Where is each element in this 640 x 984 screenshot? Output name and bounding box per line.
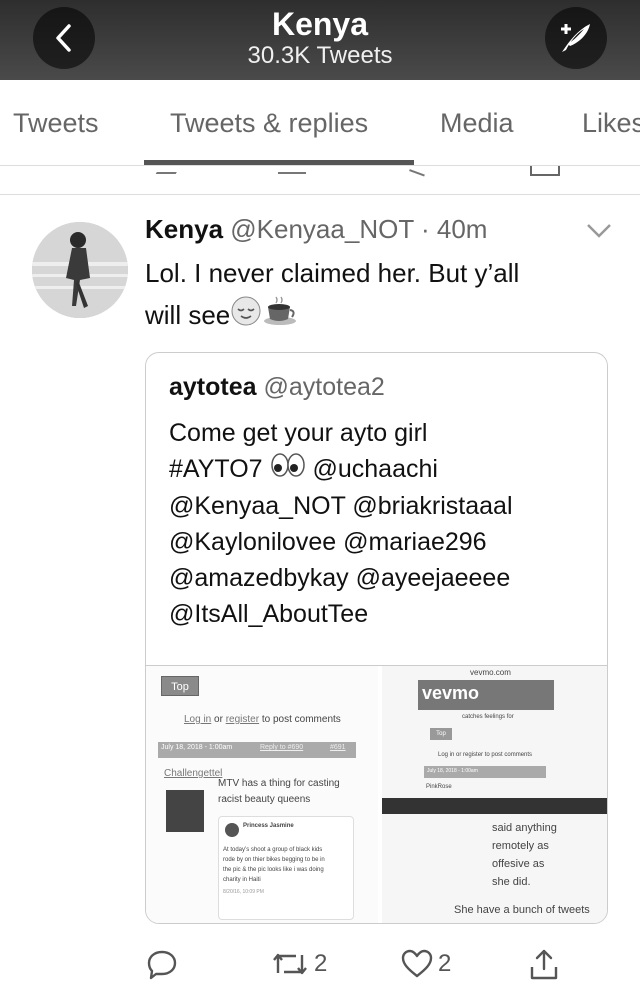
site-tagline: catches feelings for [462,714,514,720]
compose-quill-icon [561,24,590,52]
tab-likes[interactable]: Likes [582,108,640,139]
overlay-line2: remotely as [492,840,549,852]
site-logo: vevmo [422,683,480,703]
hashtag-link[interactable]: #AYTO7 [169,455,263,483]
mention-link[interactable]: @uchaachi [312,455,437,483]
mention-line[interactable]: @Kaylonilovee @mariae296 [169,524,589,560]
tweet-author-name[interactable]: Kenya [145,214,223,244]
embed-name: Princess Jasmine [243,823,294,829]
quoted-tweet-text: Come get your ayto girl #AYTO7 @uchaachi… [169,415,589,632]
reply-to-link: Reply to #690 [260,744,304,751]
tweet-text: Lol. I never claimed her. But y’all will… [145,252,605,339]
profile-tabs: Tweets Tweets & replies Media Likes [0,80,640,166]
dark-overlay-band [382,798,607,814]
post-comments-text: to post comments [261,714,341,725]
previous-share-icon [530,166,560,176]
quoted-author-name: aytotea [169,373,257,401]
right-comment-user: PinkRose [426,784,452,790]
post-comments-line: Log in or register to post comments [184,714,341,725]
mention-line[interactable]: @Kenyaa_NOT @briakristaaal [169,488,589,524]
retweet-button[interactable]: 2 [270,946,327,982]
quoted-author-handle: @aytotea2 [263,373,385,401]
tweet-author-handle: @Kenyaa_NOT [230,214,414,244]
reply-bubble-icon [147,950,177,980]
tweet-header: Kenya @Kenyaa_NOT · 40m [145,214,487,245]
site-url: vevmo.com [470,668,511,677]
retweet-icon [273,953,307,975]
right-top-button: Top [430,728,452,740]
right-comment-date: July 18, 2018 - 1:00am [427,768,478,774]
comment-line2: racist beauty queens [218,794,311,805]
comment-bar: July 18, 2018 - 1:00am Reply to #690 #69… [158,742,356,758]
chevron-down-icon [587,224,611,238]
tab-media[interactable]: Media [440,108,514,139]
compose-button[interactable] [545,7,607,69]
right-post-comments: Log in or register to post comments [438,752,533,758]
right-comment-bar: July 18, 2018 - 1:00am [424,766,546,778]
meta-separator: · [420,214,430,244]
tab-selected-indicator [144,160,414,165]
login-link: Log in [184,714,212,725]
comment-number: #691 [330,744,346,751]
register-link: register [225,714,260,725]
embed-avatar [225,823,239,837]
right-bottom-text: She have a bunch of tweets [454,904,590,916]
tweet-text-line2: will see [145,300,231,330]
tweet-time: 40m [436,214,488,244]
overlay-line3: offesive as [492,858,545,870]
heart-icon [401,949,433,978]
embed-text4: charity in Haiti [223,877,261,883]
profile-name-title: Kenya [271,6,369,42]
quoted-line: Come get your ayto girl [169,419,428,447]
embed-text2: rode by on thier bikes begging to be in [223,857,325,863]
comment-line1: MTV has a thing for casting [218,778,340,789]
embed-date: 8/20/16, 10:09 PM [223,889,264,895]
quoted-tweet-card[interactable]: aytotea @aytotea2 Come get your ayto gir… [145,352,608,924]
like-count: 2 [438,950,452,977]
retweet-count: 2 [314,950,328,977]
overlay-line4: she did. [492,876,531,888]
media-image-right[interactable]: vevmo.com vevmo catches feelings for Top… [382,666,607,923]
share-button[interactable] [528,946,560,982]
tweet-text-line1: Lol. I never claimed her. But y’all [145,258,520,288]
comment-date: July 18, 2018 - 1:00am [161,744,233,751]
top-header: Kenya 30.3K Tweets [0,0,640,80]
relieved-face-icon [230,295,262,339]
overlay-line1: said anything [492,822,557,834]
embed-text1: At today’s shoot a group of black kids [223,847,323,853]
tab-tweets[interactable]: Tweets [13,108,99,139]
top-button: Top [161,676,199,696]
divider [0,194,640,195]
previous-retweet-icon [278,166,306,174]
reply-button[interactable] [146,946,178,982]
mention-line[interactable]: @amazedbykay @ayeejaeeee [169,560,589,596]
embedded-tweet: Princess Jasmine At today’s shoot a grou… [218,816,354,920]
mention-line[interactable]: @ItsAll_AboutTee [169,596,589,632]
quoted-media[interactable]: Top Log in or register to post comments … [146,665,607,923]
site-logo-bar: vevmo [418,680,554,710]
eyes-icon [270,452,306,488]
avatar-photo [32,222,128,318]
comment-user: Challengettel [164,768,223,779]
or-text: or [214,714,223,725]
tweet-count: 30.3K Tweets [247,42,393,69]
previous-reply-icon [155,166,181,174]
media-image-left[interactable]: Top Log in or register to post comments … [146,666,378,923]
commenter-photo [166,790,204,832]
tweet-menu-button[interactable] [586,222,612,245]
share-icon [530,949,558,980]
like-button[interactable]: 2 [400,946,451,982]
coffee-cup-icon [262,295,300,339]
embed-text3: the pic & the pic looks like i was doing [223,867,324,873]
tab-tweets-replies[interactable]: Tweets & replies [170,108,368,139]
avatar[interactable] [32,222,128,318]
quoted-tweet-header: aytotea @aytotea2 [169,373,385,402]
